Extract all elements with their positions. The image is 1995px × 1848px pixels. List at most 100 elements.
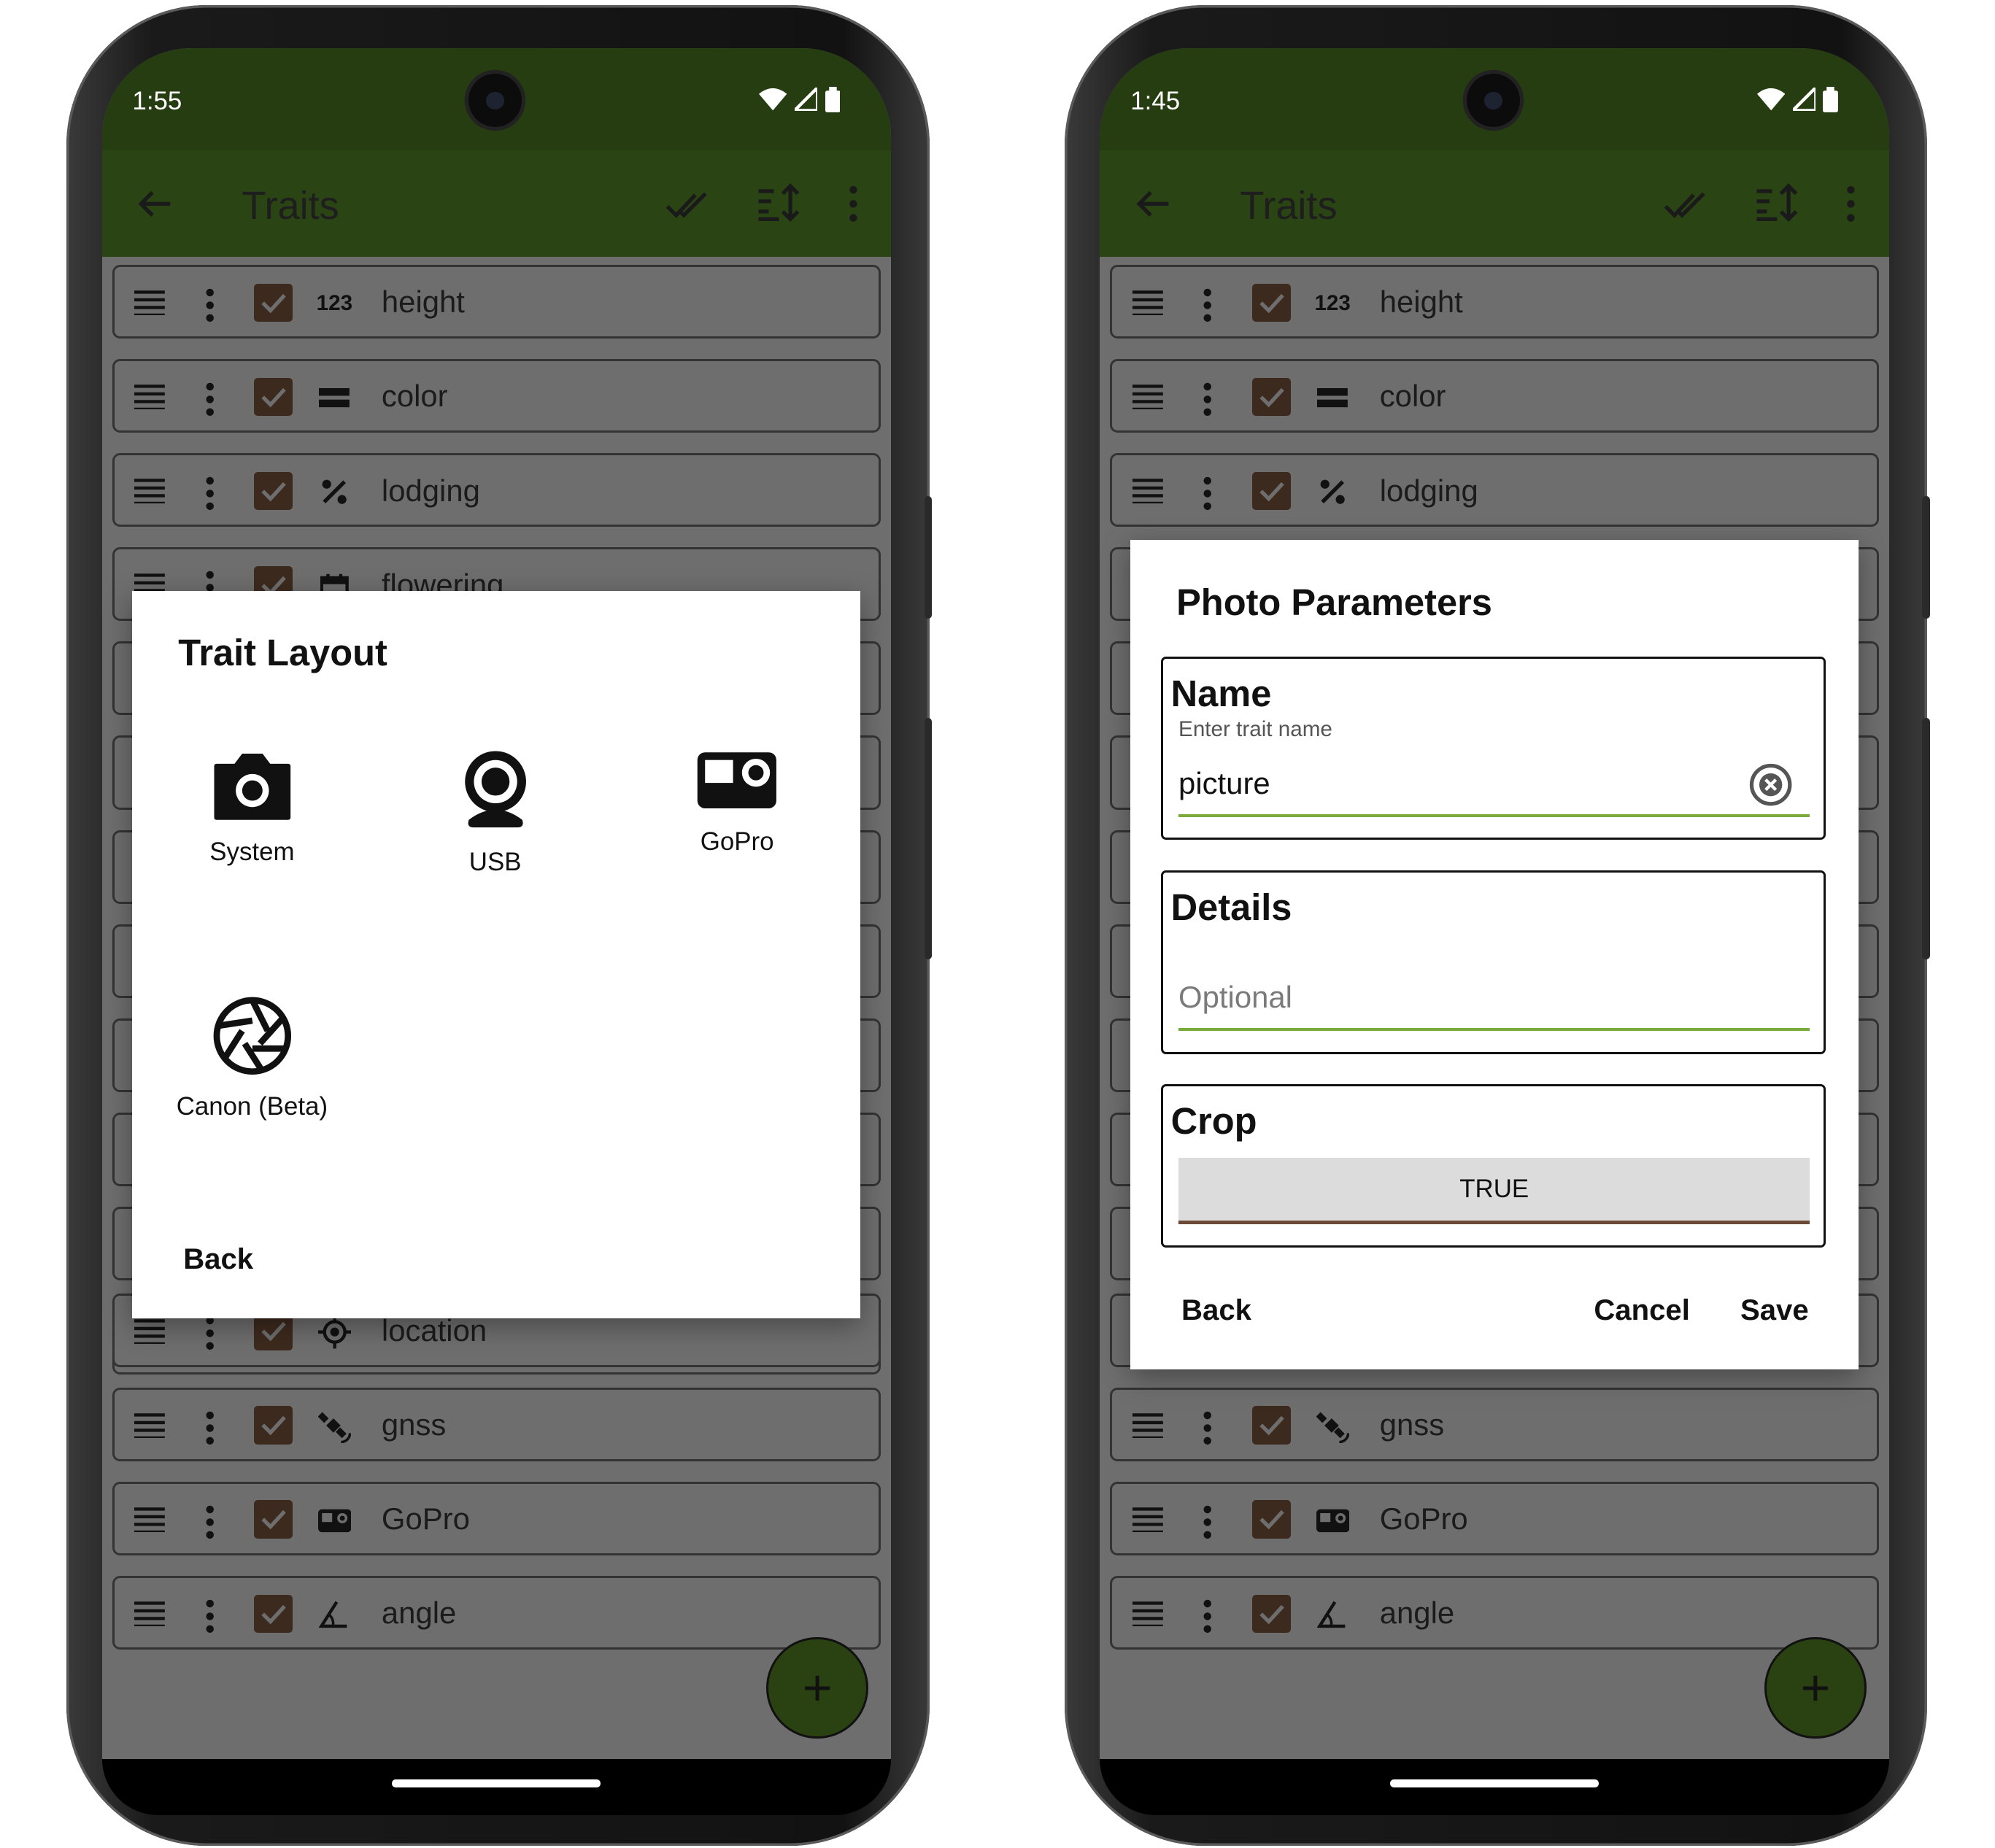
- back-arrow-icon[interactable]: [1130, 181, 1176, 227]
- drag-handle-icon[interactable]: [1132, 478, 1164, 504]
- back-button[interactable]: Back: [1181, 1294, 1251, 1327]
- trait-menu-icon[interactable]: [1201, 1598, 1213, 1634]
- trait-menu-icon[interactable]: [204, 1504, 216, 1540]
- camera-icon: [214, 753, 290, 820]
- trait-row[interactable]: angle: [1110, 1575, 1880, 1650]
- trait-name: height: [381, 285, 465, 320]
- drag-handle-icon[interactable]: [134, 290, 166, 316]
- drag-handle-icon[interactable]: [134, 1507, 166, 1533]
- trait-menu-icon[interactable]: [204, 1598, 216, 1634]
- trait-visible-checkbox[interactable]: [1252, 1594, 1291, 1633]
- trait-visible-checkbox[interactable]: [254, 1406, 293, 1445]
- app-bar: Traits: [102, 150, 892, 258]
- trait-row[interactable]: gnss: [112, 1387, 881, 1461]
- layout-option-usb[interactable]: USB: [400, 749, 591, 877]
- trait-row[interactable]: color: [1110, 358, 1880, 433]
- add-trait-fab[interactable]: +: [1764, 1636, 1867, 1739]
- trait-visible-checkbox[interactable]: [1252, 377, 1291, 416]
- layout-option-gopro[interactable]: GoPro: [641, 749, 833, 857]
- crop-field-card: Crop TRUE: [1161, 1084, 1826, 1248]
- trait-name: color: [381, 379, 448, 414]
- trait-row[interactable]: GoPro: [1110, 1481, 1880, 1555]
- trait-row[interactable]: GoPro: [112, 1481, 881, 1555]
- drag-handle-icon[interactable]: [134, 478, 166, 504]
- trait-row[interactable]: angle: [112, 1575, 881, 1650]
- power-button: [1922, 718, 1930, 960]
- home-indicator[interactable]: [392, 1779, 601, 1787]
- trait-row[interactable]: color: [112, 358, 881, 433]
- trait-visible-checkbox[interactable]: [254, 471, 293, 511]
- drag-handle-icon[interactable]: [1132, 1412, 1164, 1438]
- details-label: Details: [1170, 886, 1292, 928]
- sort-icon[interactable]: [1754, 181, 1800, 227]
- status-bar: 1:45: [1100, 48, 1890, 150]
- option-label: USB: [468, 847, 522, 876]
- trait-visible-checkbox[interactable]: [1252, 1500, 1291, 1539]
- check-all-icon[interactable]: [1663, 181, 1709, 227]
- trait-menu-icon[interactable]: [204, 1315, 216, 1351]
- angle-icon: [315, 1596, 353, 1634]
- overflow-menu-icon[interactable]: [830, 181, 876, 227]
- drag-handle-icon[interactable]: [1132, 1507, 1164, 1533]
- trait-menu-icon[interactable]: [1201, 1504, 1213, 1540]
- check-all-icon[interactable]: [665, 181, 711, 227]
- drag-handle-icon[interactable]: [134, 1601, 166, 1627]
- numeric-123-icon: 123: [1314, 291, 1351, 316]
- home-indicator[interactable]: [1390, 1779, 1600, 1787]
- trait-visible-checkbox[interactable]: [254, 1500, 293, 1539]
- layout-option-canon[interactable]: Canon (Beta): [157, 995, 348, 1121]
- drag-handle-icon[interactable]: [1132, 1601, 1164, 1627]
- front-camera: [468, 74, 522, 128]
- trait-visible-checkbox[interactable]: [254, 1594, 293, 1633]
- overflow-menu-icon[interactable]: [1828, 181, 1874, 227]
- trait-visible-checkbox[interactable]: [254, 377, 293, 416]
- phone-frame-right: 1:45 Traits 123 height color lodging gns…: [1064, 4, 1930, 1846]
- save-button[interactable]: Save: [1740, 1294, 1809, 1327]
- add-trait-fab[interactable]: +: [766, 1636, 868, 1739]
- status-time: 1:55: [132, 86, 182, 115]
- angle-icon: [1313, 1596, 1351, 1634]
- drag-handle-icon[interactable]: [1132, 384, 1164, 410]
- trait-row[interactable]: gnss: [1110, 1387, 1880, 1461]
- trait-menu-icon[interactable]: [1201, 382, 1213, 417]
- crop-toggle-button[interactable]: TRUE: [1178, 1158, 1810, 1224]
- trait-menu-icon[interactable]: [204, 476, 216, 511]
- name-input[interactable]: picture: [1178, 766, 1270, 801]
- status-bar: 1:55: [101, 48, 892, 150]
- trait-menu-icon[interactable]: [1201, 287, 1213, 323]
- drag-handle-icon[interactable]: [134, 1412, 166, 1438]
- trait-layout-dialog: Trait Layout System USB GoPro Canon (Bet…: [132, 590, 861, 1319]
- signal-icon: [1792, 88, 1815, 111]
- trait-menu-icon[interactable]: [1201, 476, 1213, 511]
- trait-menu-icon[interactable]: [204, 1410, 216, 1446]
- back-button[interactable]: Back: [183, 1242, 253, 1276]
- layout-option-system[interactable]: System: [157, 749, 348, 867]
- trait-visible-checkbox[interactable]: [1252, 283, 1291, 322]
- drag-handle-icon[interactable]: [134, 384, 166, 410]
- trait-visible-checkbox[interactable]: [1252, 471, 1291, 511]
- details-input[interactable]: Optional: [1178, 980, 1292, 1015]
- trait-menu-icon[interactable]: [204, 287, 216, 323]
- details-underline: [1178, 1028, 1810, 1031]
- status-time: 1:45: [1130, 86, 1181, 115]
- drag-handle-icon[interactable]: [134, 1318, 166, 1344]
- trait-menu-icon[interactable]: [204, 382, 216, 417]
- name-underline: [1178, 814, 1810, 817]
- drag-handle-icon[interactable]: [1132, 290, 1164, 316]
- sort-icon[interactable]: [756, 181, 802, 227]
- trait-visible-checkbox[interactable]: [1252, 1406, 1291, 1445]
- trait-row[interactable]: 123 height: [112, 264, 881, 339]
- trait-visible-checkbox[interactable]: [254, 283, 293, 322]
- trait-menu-icon[interactable]: [1201, 1410, 1213, 1446]
- clear-text-icon[interactable]: [1749, 763, 1792, 806]
- trait-row[interactable]: lodging: [112, 453, 881, 527]
- screen-left: 1:55 Traits 123 height color lodging flo…: [101, 48, 892, 1760]
- cancel-button[interactable]: Cancel: [1594, 1294, 1690, 1327]
- gopro-icon: [698, 752, 777, 808]
- trait-row[interactable]: lodging: [1110, 453, 1880, 527]
- back-arrow-icon[interactable]: [132, 181, 178, 227]
- trait-row[interactable]: 123 height: [1110, 264, 1880, 339]
- webcam-icon: [464, 751, 526, 828]
- trait-name: lodging: [381, 473, 480, 508]
- dialog-title: Trait Layout: [178, 632, 387, 674]
